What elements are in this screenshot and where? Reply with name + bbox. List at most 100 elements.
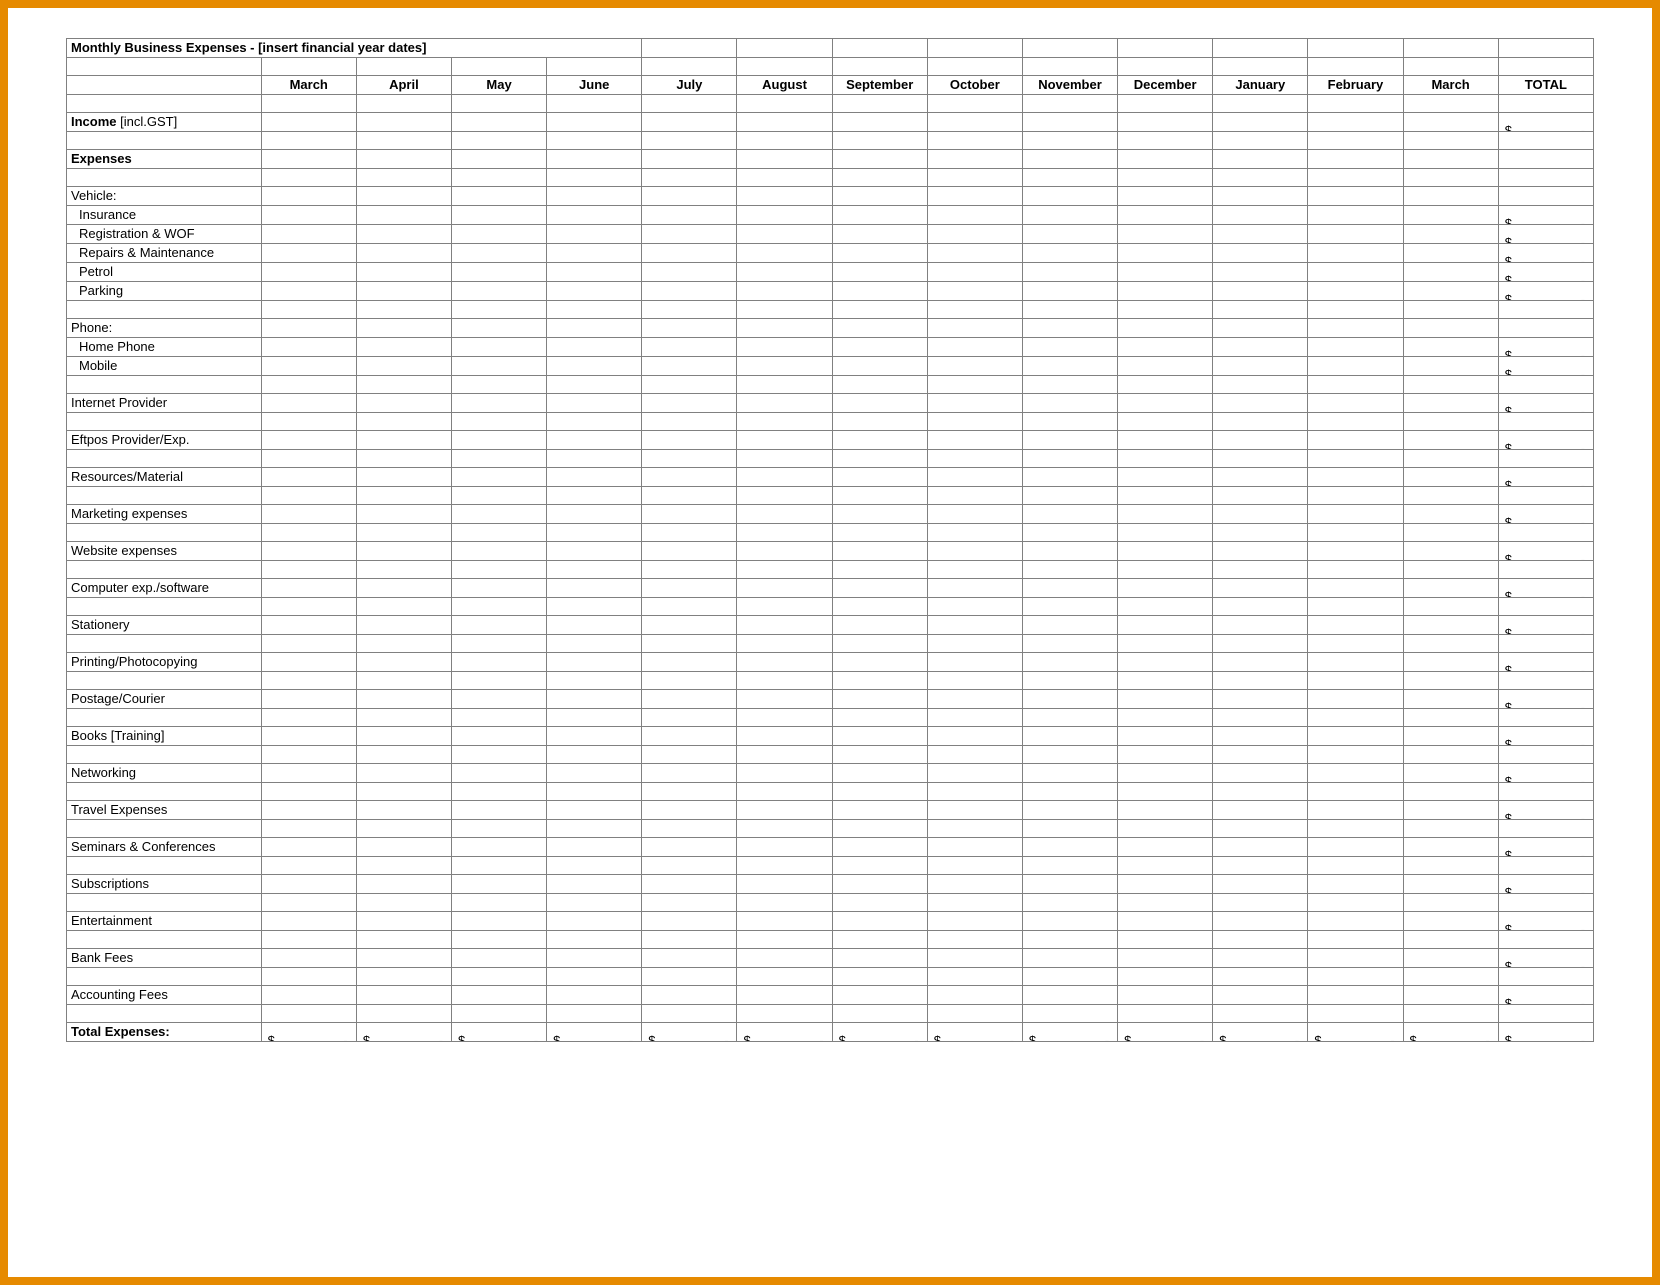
cell[interactable] (642, 801, 737, 820)
cell[interactable] (927, 912, 1022, 931)
cell[interactable] (1403, 579, 1498, 598)
cell[interactable] (927, 505, 1022, 524)
cell[interactable] (356, 764, 451, 783)
cell[interactable] (1403, 616, 1498, 635)
cell[interactable] (1308, 431, 1403, 450)
cell[interactable] (1213, 764, 1308, 783)
cell[interactable] (642, 542, 737, 561)
cell[interactable] (642, 206, 737, 225)
cell[interactable] (927, 727, 1022, 746)
cell[interactable] (547, 616, 642, 635)
cell[interactable] (737, 244, 832, 263)
cell[interactable] (642, 949, 737, 968)
cell[interactable] (261, 949, 356, 968)
cell[interactable] (832, 431, 927, 450)
cell[interactable] (547, 225, 642, 244)
cell[interactable] (832, 838, 927, 857)
cell[interactable] (451, 616, 546, 635)
cell[interactable] (1403, 727, 1498, 746)
cell[interactable] (356, 986, 451, 1005)
cell[interactable] (1308, 505, 1403, 524)
cell[interactable] (356, 690, 451, 709)
cell[interactable] (832, 986, 927, 1005)
cell[interactable] (1403, 801, 1498, 820)
cell[interactable] (1118, 727, 1213, 746)
cell[interactable] (1403, 912, 1498, 931)
cell[interactable] (547, 357, 642, 376)
cell[interactable] (737, 616, 832, 635)
cell[interactable] (356, 949, 451, 968)
cell[interactable] (1308, 727, 1403, 746)
cell[interactable] (1403, 113, 1498, 132)
cell[interactable] (356, 282, 451, 301)
cell[interactable] (737, 727, 832, 746)
cell[interactable] (1118, 579, 1213, 598)
cell[interactable] (1308, 282, 1403, 301)
cell[interactable] (1118, 875, 1213, 894)
cell[interactable] (1403, 431, 1498, 450)
cell[interactable] (1308, 690, 1403, 709)
cell[interactable] (1308, 113, 1403, 132)
cell[interactable] (1213, 357, 1308, 376)
cell[interactable] (261, 113, 356, 132)
cell[interactable] (356, 263, 451, 282)
cell[interactable] (927, 690, 1022, 709)
cell[interactable] (547, 206, 642, 225)
cell[interactable] (737, 801, 832, 820)
cell[interactable] (642, 468, 737, 487)
cell[interactable] (1213, 616, 1308, 635)
cell[interactable] (261, 727, 356, 746)
cell[interactable] (927, 468, 1022, 487)
cell[interactable] (1022, 949, 1117, 968)
cell[interactable] (832, 357, 927, 376)
cell[interactable] (1022, 838, 1117, 857)
cell[interactable] (832, 468, 927, 487)
cell[interactable] (547, 431, 642, 450)
cell[interactable] (1022, 653, 1117, 672)
cell[interactable] (451, 986, 546, 1005)
cell[interactable] (1213, 263, 1308, 282)
cell[interactable] (1118, 244, 1213, 263)
cell[interactable] (261, 338, 356, 357)
cell[interactable] (261, 875, 356, 894)
cell[interactable] (832, 616, 927, 635)
cell[interactable] (642, 690, 737, 709)
cell[interactable] (1308, 394, 1403, 413)
cell[interactable] (451, 357, 546, 376)
cell[interactable] (927, 394, 1022, 413)
cell[interactable] (451, 875, 546, 894)
cell[interactable] (1022, 282, 1117, 301)
cell[interactable] (1118, 949, 1213, 968)
cell[interactable] (642, 505, 737, 524)
cell[interactable] (1118, 505, 1213, 524)
cell[interactable] (1308, 263, 1403, 282)
cell[interactable] (1022, 579, 1117, 598)
cell[interactable] (1213, 505, 1308, 524)
cell[interactable] (832, 653, 927, 672)
cell[interactable] (1308, 206, 1403, 225)
cell[interactable] (547, 838, 642, 857)
cell[interactable] (547, 653, 642, 672)
cell[interactable] (927, 113, 1022, 132)
cell[interactable] (356, 394, 451, 413)
cell[interactable] (1308, 912, 1403, 931)
cell[interactable] (1308, 801, 1403, 820)
cell[interactable] (1403, 263, 1498, 282)
expense-spreadsheet[interactable]: Monthly Business Expenses - [insert fina… (66, 38, 1594, 1042)
cell[interactable] (737, 431, 832, 450)
cell[interactable] (737, 282, 832, 301)
cell[interactable] (1308, 338, 1403, 357)
cell[interactable] (1403, 206, 1498, 225)
cell[interactable] (737, 394, 832, 413)
cell[interactable] (1213, 912, 1308, 931)
cell[interactable] (261, 838, 356, 857)
cell[interactable] (1118, 468, 1213, 487)
cell[interactable] (1022, 875, 1117, 894)
cell[interactable] (832, 875, 927, 894)
cell[interactable] (737, 875, 832, 894)
cell[interactable] (261, 431, 356, 450)
cell[interactable] (737, 113, 832, 132)
cell[interactable] (1118, 113, 1213, 132)
cell[interactable] (1118, 764, 1213, 783)
cell[interactable] (1213, 468, 1308, 487)
